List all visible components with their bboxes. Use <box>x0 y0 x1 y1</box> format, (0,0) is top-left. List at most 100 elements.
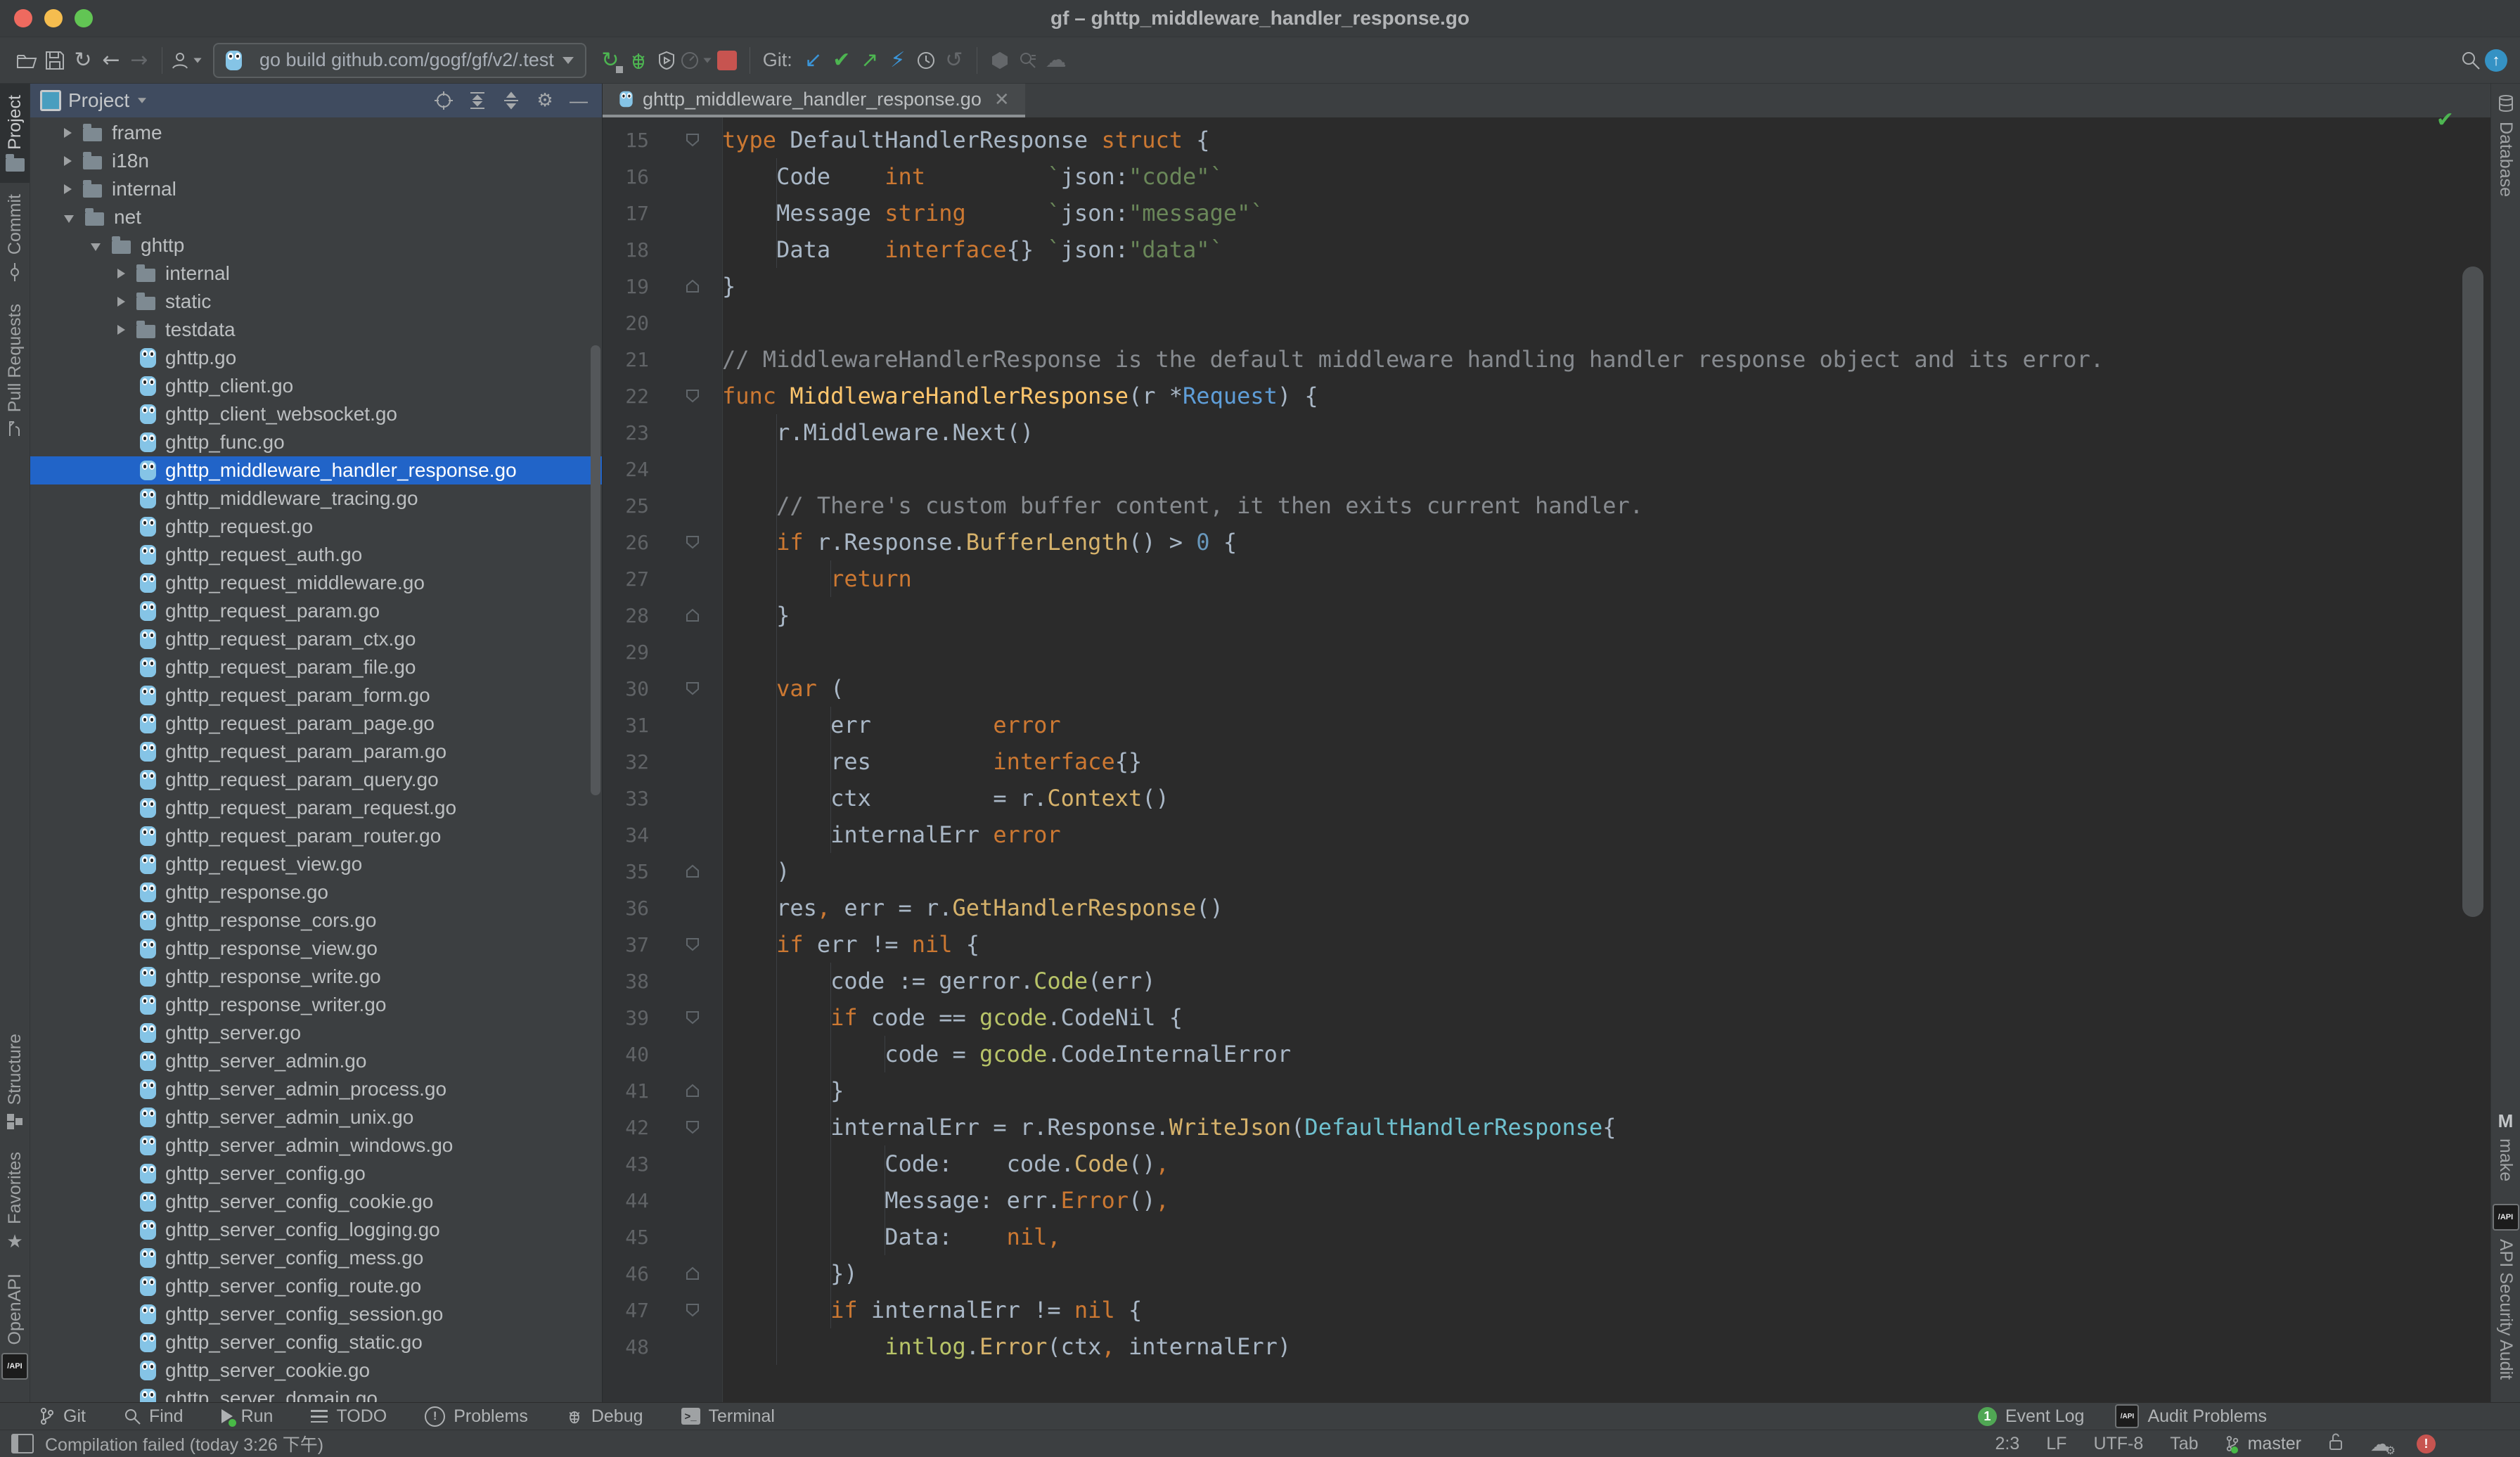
tree-item-file[interactable]: ghttp_server_config.go <box>30 1160 602 1188</box>
cloud-icon[interactable]: ☁ <box>1042 45 1070 76</box>
fold-close-icon[interactable] <box>666 607 722 624</box>
tree-item-file[interactable]: ghttp_server_config_session.go <box>30 1300 602 1328</box>
fold-open-icon[interactable] <box>666 534 722 551</box>
chevron-collapsed-icon[interactable] <box>64 184 72 194</box>
chevron-collapsed-icon[interactable] <box>117 297 125 307</box>
tool-tab-openapi[interactable]: OpenAPI /API <box>0 1262 30 1391</box>
debug-icon[interactable] <box>624 45 652 76</box>
fold-open-icon[interactable] <box>666 1009 722 1026</box>
fold-open-icon[interactable] <box>666 131 722 148</box>
fold-open-icon[interactable] <box>666 936 722 953</box>
tree-item-file[interactable]: ghttp.go <box>30 344 602 372</box>
editor-tab[interactable]: ghttp_middleware_handler_response.go ✕ <box>603 84 1025 117</box>
collapse-all-icon[interactable] <box>498 87 525 114</box>
tree-item-file[interactable]: ghttp_server.go <box>30 1019 602 1047</box>
audit-problems-button[interactable]: /API Audit Problems <box>2115 1404 2267 1428</box>
code-line[interactable]: 16 Code int `json:"code"` <box>603 158 2490 195</box>
tool-tab-find[interactable]: Find <box>124 1406 184 1427</box>
tool-tab-favorites[interactable]: Favorites ★ <box>0 1141 30 1262</box>
code-line[interactable]: 22func MiddlewareHandlerResponse(r *Requ… <box>603 378 2490 414</box>
run-configuration-select[interactable]: go build github.com/gogf/gf/v2/.test <box>213 43 586 78</box>
expand-all-icon[interactable] <box>464 87 491 114</box>
code-line[interactable]: 26 if r.Response.BufferLength() > 0 { <box>603 524 2490 560</box>
tree-item-file[interactable]: ghttp_client.go <box>30 372 602 400</box>
code-line[interactable]: 27 return <box>603 560 2490 597</box>
code-line[interactable]: 34 internalErr error <box>603 816 2490 853</box>
rollback-icon[interactable]: ↺ <box>940 45 968 76</box>
tree-item-file[interactable]: ghttp_server_admin_windows.go <box>30 1131 602 1160</box>
tree-item-folder[interactable]: internal <box>30 259 602 288</box>
code-line[interactable]: 20 <box>603 304 2490 341</box>
cloud-sync-icon[interactable]: ☁⚙ <box>2370 1432 2390 1456</box>
tool-tab-database[interactable]: Database <box>2491 84 2520 208</box>
tree-item-file[interactable]: ghttp_client_websocket.go <box>30 400 602 428</box>
chevron-down-icon[interactable] <box>138 98 146 103</box>
tree-item-folder[interactable]: i18n <box>30 147 602 175</box>
git-push-icon[interactable]: ↗ <box>856 45 884 76</box>
code-line[interactable]: 42 internalErr = r.Response.WriteJson(De… <box>603 1109 2490 1145</box>
tree-item-folder[interactable]: testdata <box>30 316 602 344</box>
code-line[interactable]: 36 res, err = r.GetHandlerResponse() <box>603 890 2490 926</box>
unlock-icon[interactable] <box>2328 1432 2344 1456</box>
back-icon[interactable]: ← <box>97 45 125 76</box>
locate-icon[interactable] <box>430 87 457 114</box>
code-line[interactable]: 38 code := gerror.Code(err) <box>603 963 2490 999</box>
tree-item-file[interactable]: ghttp_request_param_query.go <box>30 766 602 794</box>
chevron-collapsed-icon[interactable] <box>64 128 72 138</box>
code-line[interactable]: 15type DefaultHandlerResponse struct { <box>603 122 2490 158</box>
fold-close-icon[interactable] <box>666 863 722 880</box>
inspections-ok-icon[interactable]: ✔ <box>2436 108 2454 132</box>
code-line[interactable]: 21// MiddlewareHandlerResponse is the de… <box>603 341 2490 378</box>
tree-item-file[interactable]: ghttp_middleware_handler_response.go <box>30 456 602 484</box>
tool-tab-api-security-audit[interactable]: /API API Security Audit <box>2491 1193 2520 1391</box>
user-icon[interactable] <box>171 45 203 76</box>
tool-tab-make[interactable]: M make <box>2491 1100 2520 1193</box>
ide-update-icon[interactable]: ↑ <box>2485 49 2507 72</box>
forward-icon[interactable]: → <box>125 45 153 76</box>
toolwindow-toggle-icon[interactable] <box>11 1434 34 1453</box>
code-line[interactable]: 25 // There's custom buffer content, it … <box>603 487 2490 524</box>
tree-item-file[interactable]: ghttp_response_view.go <box>30 935 602 963</box>
stop-icon[interactable] <box>713 45 741 76</box>
sync-icon[interactable]: ↻ <box>69 45 97 76</box>
status-message[interactable]: Compilation failed (today 3:26 下午) <box>45 1431 323 1456</box>
tree-item-file[interactable]: ghttp_request_param.go <box>30 597 602 625</box>
tool-tab-structure[interactable]: Structure <box>0 1022 30 1140</box>
code-line[interactable]: 18 Data interface{} `json:"data"` <box>603 231 2490 268</box>
event-log-button[interactable]: 1 Event Log <box>1978 1406 2085 1427</box>
tree-item-file[interactable]: ghttp_server_admin_unix.go <box>30 1103 602 1131</box>
code-line[interactable]: 30 var ( <box>603 670 2490 707</box>
tree-item-file[interactable]: ghttp_server_config_logging.go <box>30 1216 602 1244</box>
fold-close-icon[interactable] <box>666 1265 722 1282</box>
code-line[interactable]: 45 Data: nil, <box>603 1219 2490 1255</box>
code-line[interactable]: 44 Message: err.Error(), <box>603 1182 2490 1219</box>
tree-item-file[interactable]: ghttp_response_write.go <box>30 963 602 991</box>
tool-tab-pull-requests[interactable]: Pull Requests <box>0 293 30 449</box>
file-encoding[interactable]: UTF-8 <box>2093 1434 2143 1454</box>
tree-item-file[interactable]: ghttp_request_param_router.go <box>30 822 602 850</box>
tree-item-file[interactable]: ghttp_server_cookie.go <box>30 1356 602 1385</box>
code-line[interactable]: 41 } <box>603 1072 2490 1109</box>
code-editor[interactable]: 15type DefaultHandlerResponse struct {16… <box>603 117 2490 1402</box>
tool-tab-run[interactable]: Run <box>221 1406 274 1427</box>
tree-item-file[interactable]: ghttp_request_param_ctx.go <box>30 625 602 653</box>
save-icon[interactable] <box>41 45 69 76</box>
tree-item-file[interactable]: ghttp_response_writer.go <box>30 991 602 1019</box>
hide-panel-icon[interactable]: — <box>565 87 592 114</box>
tree-item-file[interactable]: ghttp_response.go <box>30 878 602 906</box>
tree-item-file[interactable]: ghttp_request_param_page.go <box>30 710 602 738</box>
tree-item-file[interactable]: ghttp_server_config_cookie.go <box>30 1188 602 1216</box>
tree-item-folder[interactable]: internal <box>30 175 602 203</box>
git-update-icon[interactable]: ↙ <box>799 45 828 76</box>
tree-item-file[interactable]: ghttp_request_view.go <box>30 850 602 878</box>
indent-style[interactable]: Tab <box>2170 1434 2198 1454</box>
fold-open-icon[interactable] <box>666 1119 722 1136</box>
git-fetch-icon[interactable]: ⚡ <box>884 45 912 76</box>
tree-item-file[interactable]: ghttp_request_param_form.go <box>30 681 602 710</box>
tree-item-folder[interactable]: static <box>30 288 602 316</box>
fold-close-icon[interactable] <box>666 278 722 295</box>
tool-tab-todo[interactable]: TODO <box>311 1406 387 1427</box>
chevron-expanded-icon[interactable] <box>91 243 101 251</box>
code-line[interactable]: 31 err error <box>603 707 2490 743</box>
code-line[interactable]: 28 } <box>603 597 2490 634</box>
